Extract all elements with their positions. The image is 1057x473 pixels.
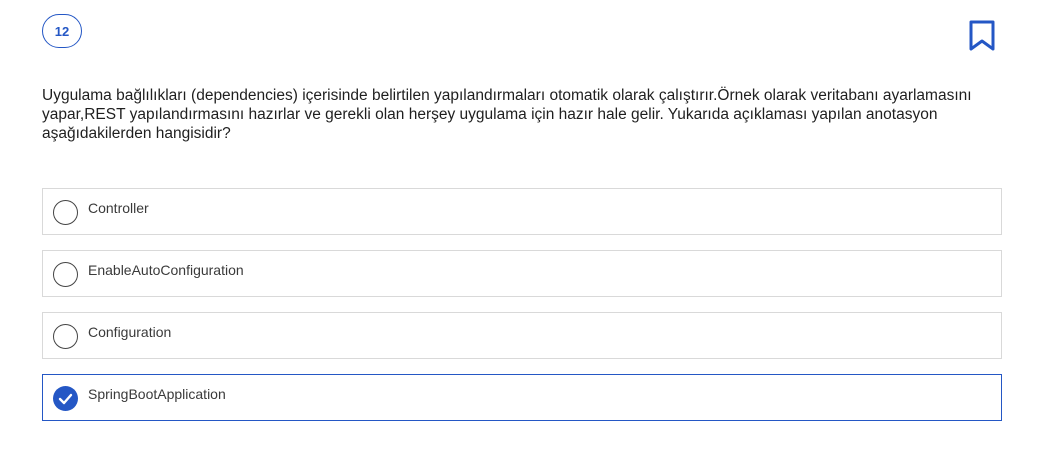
option-configuration[interactable]: Configuration (42, 312, 1002, 359)
radio-button-checked[interactable] (53, 386, 78, 411)
radio-button[interactable] (53, 262, 78, 287)
option-enableautoconfiguration[interactable]: EnableAutoConfiguration (42, 250, 1002, 297)
option-controller[interactable]: Controller (42, 188, 1002, 235)
option-label: Controller (88, 200, 149, 216)
bookmark-button[interactable] (968, 20, 996, 52)
radio-button[interactable] (53, 200, 78, 225)
option-label: EnableAutoConfiguration (88, 262, 244, 278)
option-label: SpringBootApplication (88, 386, 226, 402)
question-text: Uygulama bağlılıkları (dependencies) içe… (42, 87, 972, 142)
radio-button[interactable] (53, 324, 78, 349)
bookmark-icon (969, 20, 995, 51)
option-label: Configuration (88, 324, 172, 340)
checkmark-icon (58, 393, 73, 405)
question-number-badge: 12 (42, 14, 82, 48)
option-springbootapplication[interactable]: SpringBootApplication (42, 374, 1002, 421)
